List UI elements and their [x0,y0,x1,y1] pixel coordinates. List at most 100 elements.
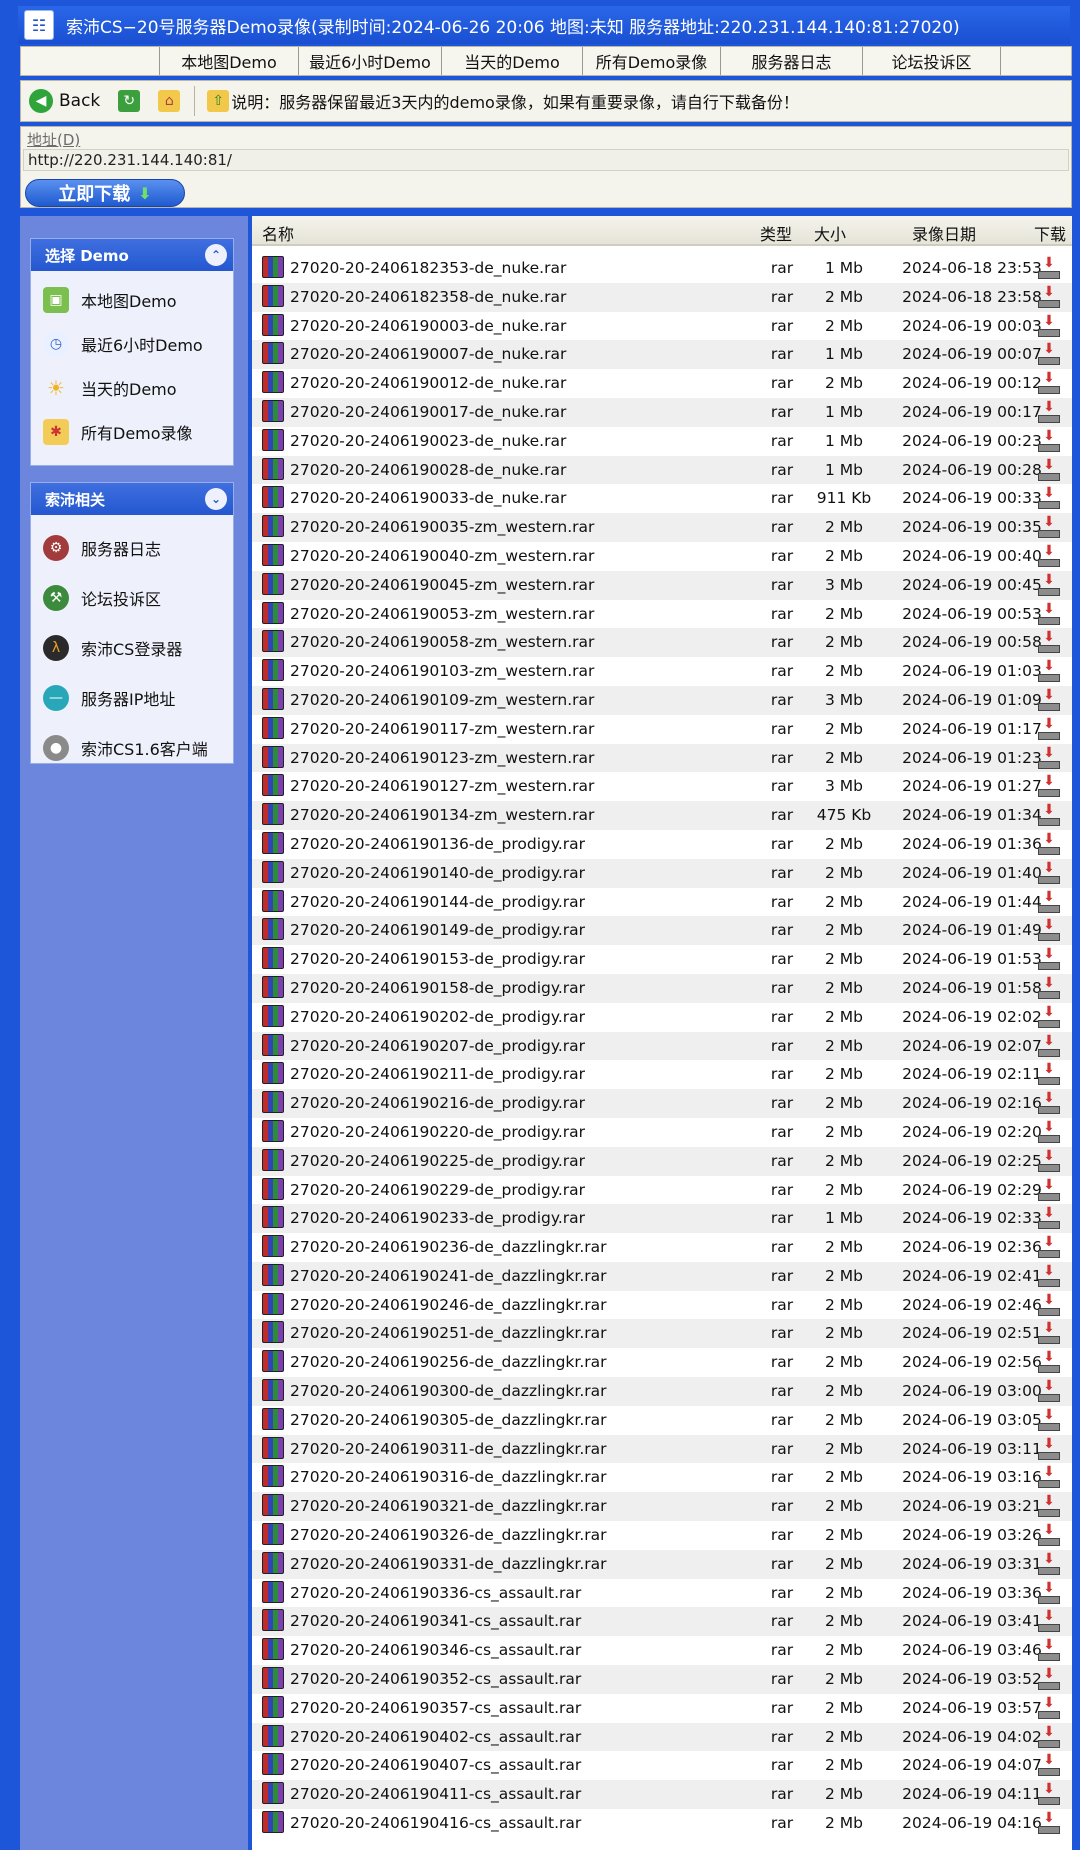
sidebar-item-client[interactable]: ● 索沛CS1.6客户端 [31,735,233,761]
file-name[interactable]: 27020-20-2406190144-de_prodigy.rar [290,893,585,911]
file-name[interactable]: 27020-20-2406190012-de_nuke.rar [290,374,566,392]
table-row[interactable]: 27020-20-2406190153-de_prodigy.rar rar 2 M… [252,945,1072,974]
file-name[interactable]: 27020-20-2406190225-de_prodigy.rar [290,1152,585,1170]
download-icon[interactable]: ⬇ [1036,1609,1062,1633]
sidebar-item-today-demo[interactable]: ☀ 当天的Demo [31,375,233,401]
table-row[interactable]: 27020-20-2406190336-cs_assault.rar rar 2 M… [252,1579,1072,1608]
menu-item-all-demos[interactable]: 所有Demo录像 [583,47,721,75]
download-icon[interactable]: ⬇ [1036,976,1062,1000]
file-name[interactable]: 27020-20-2406190220-de_prodigy.rar [290,1123,585,1141]
download-icon[interactable]: ⬇ [1036,1062,1062,1086]
download-icon[interactable]: ⬇ [1036,1321,1062,1345]
download-icon[interactable]: ⬇ [1036,314,1062,338]
download-icon[interactable]: ⬇ [1036,544,1062,568]
sidebar-item-launcher[interactable]: λ 索沛CS登录器 [31,635,233,661]
file-name[interactable]: 27020-20-2406190033-de_nuke.rar [290,489,566,507]
file-name[interactable]: 27020-20-2406190256-de_dazzlingkr.rar [290,1353,607,1371]
table-row[interactable]: 27020-20-2406190229-de_prodigy.rar rar 2 M… [252,1176,1072,1205]
folder-up-icon[interactable]: ⇧ [207,90,230,112]
file-name[interactable]: 27020-20-2406190134-zm_western.rar [290,806,594,824]
file-name[interactable]: 27020-20-2406190305-de_dazzlingkr.rar [290,1411,607,1429]
table-row[interactable]: 27020-20-2406190326-de_dazzlingkr.rar rar… [252,1521,1072,1550]
table-row[interactable]: 27020-20-2406190149-de_prodigy.rar rar 2 M… [252,916,1072,946]
file-name[interactable]: 27020-20-2406190045-zm_western.rar [290,576,594,594]
file-name[interactable]: 27020-20-2406190123-zm_western.rar [290,749,594,767]
download-icon[interactable]: ⬇ [1036,1034,1062,1058]
file-name[interactable]: 27020-20-2406190229-de_prodigy.rar [290,1181,585,1199]
table-row[interactable]: 27020-20-2406190127-zm_western.rar rar 3 M… [252,772,1072,801]
table-row[interactable]: 27020-20-2406190352-cs_assault.rar rar 2 M… [252,1665,1072,1694]
table-row[interactable]: 27020-20-2406190331-de_dazzlingkr.rar rar… [252,1549,1072,1579]
download-icon[interactable]: ⬇ [1036,861,1062,885]
table-row[interactable]: 27020-20-2406190202-de_prodigy.rar rar 2 M… [252,1003,1072,1032]
file-name[interactable]: 27020-20-2406190311-de_dazzlingkr.rar [290,1440,607,1458]
table-row[interactable]: 27020-20-2406190040-zm_western.rar rar 2 M… [252,542,1072,571]
download-icon[interactable]: ⬇ [1036,659,1062,683]
sidebar-item-recent-6h-demo[interactable]: ◷ 最近6小时Demo [31,331,233,357]
table-row[interactable]: 27020-20-2406190300-de_dazzlingkr.rar rar… [252,1377,1072,1406]
file-name[interactable]: 27020-20-2406190216-de_prodigy.rar [290,1094,585,1112]
table-row[interactable]: 27020-20-2406182358-de_nuke.rar rar 2 Mb 20… [252,282,1072,312]
file-name[interactable]: 27020-20-2406190411-cs_assault.rar [290,1785,581,1803]
download-icon[interactable]: ⬇ [1036,1552,1062,1576]
table-row[interactable]: 27020-20-2406190357-cs_assault.rar rar 2 M… [252,1694,1072,1723]
table-row[interactable]: 27020-20-2406190233-de_prodigy.rar rar 1 M… [252,1204,1072,1234]
download-icon[interactable]: ⬇ [1036,832,1062,856]
file-name[interactable]: 27020-20-2406190023-de_nuke.rar [290,432,566,450]
download-icon[interactable]: ⬇ [1036,429,1062,453]
file-name[interactable]: 27020-20-2406190207-de_prodigy.rar [290,1037,585,1055]
download-icon[interactable]: ⬇ [1036,688,1062,712]
download-icon[interactable]: ⬇ [1036,573,1062,597]
download-icon[interactable]: ⬇ [1036,1523,1062,1547]
file-name[interactable]: 27020-20-2406190202-de_prodigy.rar [290,1008,585,1026]
download-icon[interactable]: ⬇ [1036,1465,1062,1489]
table-row[interactable]: 27020-20-2406190140-de_prodigy.rar rar 2 M… [252,858,1072,888]
file-name[interactable]: 27020-20-2406190336-cs_assault.rar [290,1584,581,1602]
download-icon[interactable]: ⬇ [1036,1494,1062,1518]
back-button[interactable]: ◀ Back [29,89,100,113]
download-icon[interactable]: ⬇ [1036,1149,1062,1173]
menu-item-today-demo[interactable]: 当天的Demo [442,47,583,75]
download-icon[interactable]: ⬇ [1036,1696,1062,1720]
table-row[interactable]: 27020-20-2406190251-de_dazzlingkr.rar rar… [252,1319,1072,1349]
sidebar-item-forum-complaints[interactable]: ⚒ 论坛投诉区 [31,585,233,611]
download-icon[interactable]: ⬇ [1036,1379,1062,1403]
file-name[interactable]: 27020-20-2406190316-de_dazzlingkr.rar [290,1468,607,1486]
file-name[interactable]: 27020-20-2406182358-de_nuke.rar [290,288,566,306]
menu-item-forum-complaints[interactable]: 论坛投诉区 [863,47,1001,75]
file-name[interactable]: 27020-20-2406190017-de_nuke.rar [290,403,566,421]
table-row[interactable]: 27020-20-2406190211-de_prodigy.rar rar 2 M… [252,1060,1072,1089]
download-icon[interactable]: ⬇ [1036,400,1062,424]
file-name[interactable]: 27020-20-2406190346-cs_assault.rar [290,1641,581,1659]
table-row[interactable]: 27020-20-2406190416-cs_assault.rar rar 2 M… [252,1809,1072,1838]
file-name[interactable]: 27020-20-2406190136-de_prodigy.rar [290,835,585,853]
collapse-up-icon[interactable]: ⌃ [205,244,227,266]
table-row[interactable]: 27020-20-2406190134-zm_western.rar rar 475… [252,801,1072,830]
table-row[interactable]: 27020-20-2406190216-de_prodigy.rar rar 2 M… [252,1089,1072,1118]
table-row[interactable]: 27020-20-2406190103-zm_western.rar rar 2 M… [252,657,1072,686]
download-icon[interactable]: ⬇ [1036,602,1062,626]
table-row[interactable]: 27020-20-2406190305-de_dazzlingkr.rar rar… [252,1406,1072,1435]
table-row[interactable]: 27020-20-2406190144-de_prodigy.rar rar 2 M… [252,888,1072,917]
table-row[interactable]: 27020-20-2406190225-de_prodigy.rar rar 2 M… [252,1146,1072,1176]
file-name[interactable]: 27020-20-2406190251-de_dazzlingkr.rar [290,1324,607,1342]
file-name[interactable]: 27020-20-2406190158-de_prodigy.rar [290,979,585,997]
file-name[interactable]: 27020-20-2406190003-de_nuke.rar [290,317,566,335]
menu-item-recent-6h-demo[interactable]: 最近6小时Demo [299,47,442,75]
download-icon[interactable]: ⬇ [1036,515,1062,539]
download-icon[interactable]: ⬇ [1036,256,1062,280]
sidebar-item-local-map-demo[interactable]: ▣ 本地图Demo [31,287,233,313]
table-row[interactable]: 27020-20-2406190411-cs_assault.rar rar 2 M… [252,1780,1072,1810]
header-size[interactable]: 大小 [814,221,846,245]
file-name[interactable]: 27020-20-2406190246-de_dazzlingkr.rar [290,1296,607,1314]
address-input[interactable] [23,149,1069,171]
table-row[interactable]: 27020-20-2406190007-de_nuke.rar rar 1 Mb 20… [252,340,1072,370]
download-icon[interactable]: ⬇ [1036,1725,1062,1749]
file-name[interactable]: 27020-20-2406190035-zm_western.rar [290,518,594,536]
download-icon[interactable]: ⬇ [1036,1005,1062,1029]
table-row[interactable]: 27020-20-2406190316-de_dazzlingkr.rar rar… [252,1463,1072,1492]
menu-item-local-map-demo[interactable]: 本地图Demo [160,47,299,75]
header-type[interactable]: 类型 [760,221,792,245]
download-icon[interactable]: ⬇ [1036,1811,1062,1835]
file-name[interactable]: 27020-20-2406190109-zm_western.rar [290,691,594,709]
